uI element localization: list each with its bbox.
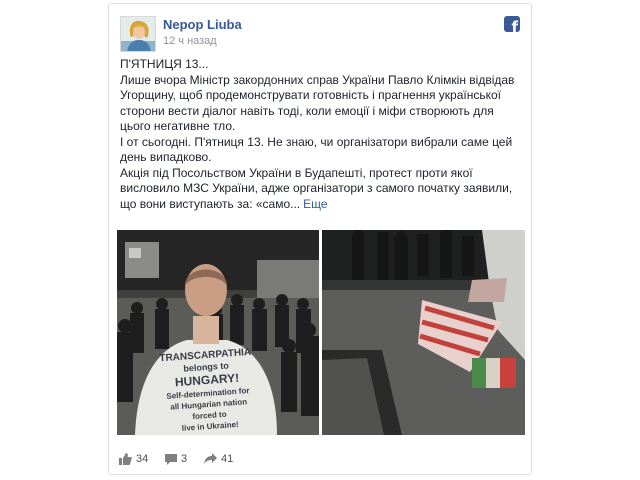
photo-protester[interactable]: TRANSCARPATHIA belongs to HUNGARY! Self-… [117,230,319,435]
photo-grid: TRANSCARPATHIA belongs to HUNGARY! Self-… [117,230,525,435]
facebook-post-card: Nepop Liuba 12 ч назад f П'ЯТНИЦЯ 13... … [108,3,532,475]
thumbs-up-icon [119,453,132,465]
post-paragraph: І от сьогодні. П'ятниця 13. Не знаю, чи … [120,134,513,165]
avatar[interactable] [120,16,156,52]
post-header: Nepop Liuba 12 ч назад f [109,4,531,54]
facebook-icon[interactable]: f [504,16,520,32]
shares-number: 41 [221,453,234,465]
likes-count[interactable]: 34 [119,453,148,465]
comment-icon [165,453,177,465]
see-more-link[interactable]: Еще [303,197,327,211]
post-text: П'ЯТНИЦЯ 13... Лише вчора Міністр закорд… [120,57,522,212]
comments-number: 3 [181,453,188,465]
shares-count[interactable]: 41 [204,453,233,465]
post-paragraph: П'ЯТНИЦЯ 13... [120,57,209,71]
author-name[interactable]: Nepop Liuba [163,17,242,32]
post-timestamp[interactable]: 12 ч назад [163,35,217,47]
post-footer: 34 3 41 [109,449,531,475]
post-paragraph: Лише вчора Міністр закордонних справ Укр… [120,72,515,134]
photo-burning-flag[interactable] [322,230,525,435]
share-arrow-icon [204,453,217,465]
post-paragraph: Акція під Посольством України в Будапешт… [120,166,522,213]
likes-number: 34 [136,453,149,465]
comments-count[interactable]: 3 [165,453,187,465]
